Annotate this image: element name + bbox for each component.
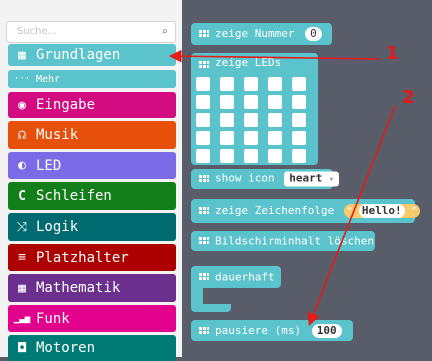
annotation-label-1: 1 (386, 43, 399, 64)
annotation-label-2: 2 (402, 87, 415, 108)
arrow-2 (307, 105, 396, 326)
annotation-arrows (168, 49, 396, 326)
arrow-1 (168, 49, 381, 63)
